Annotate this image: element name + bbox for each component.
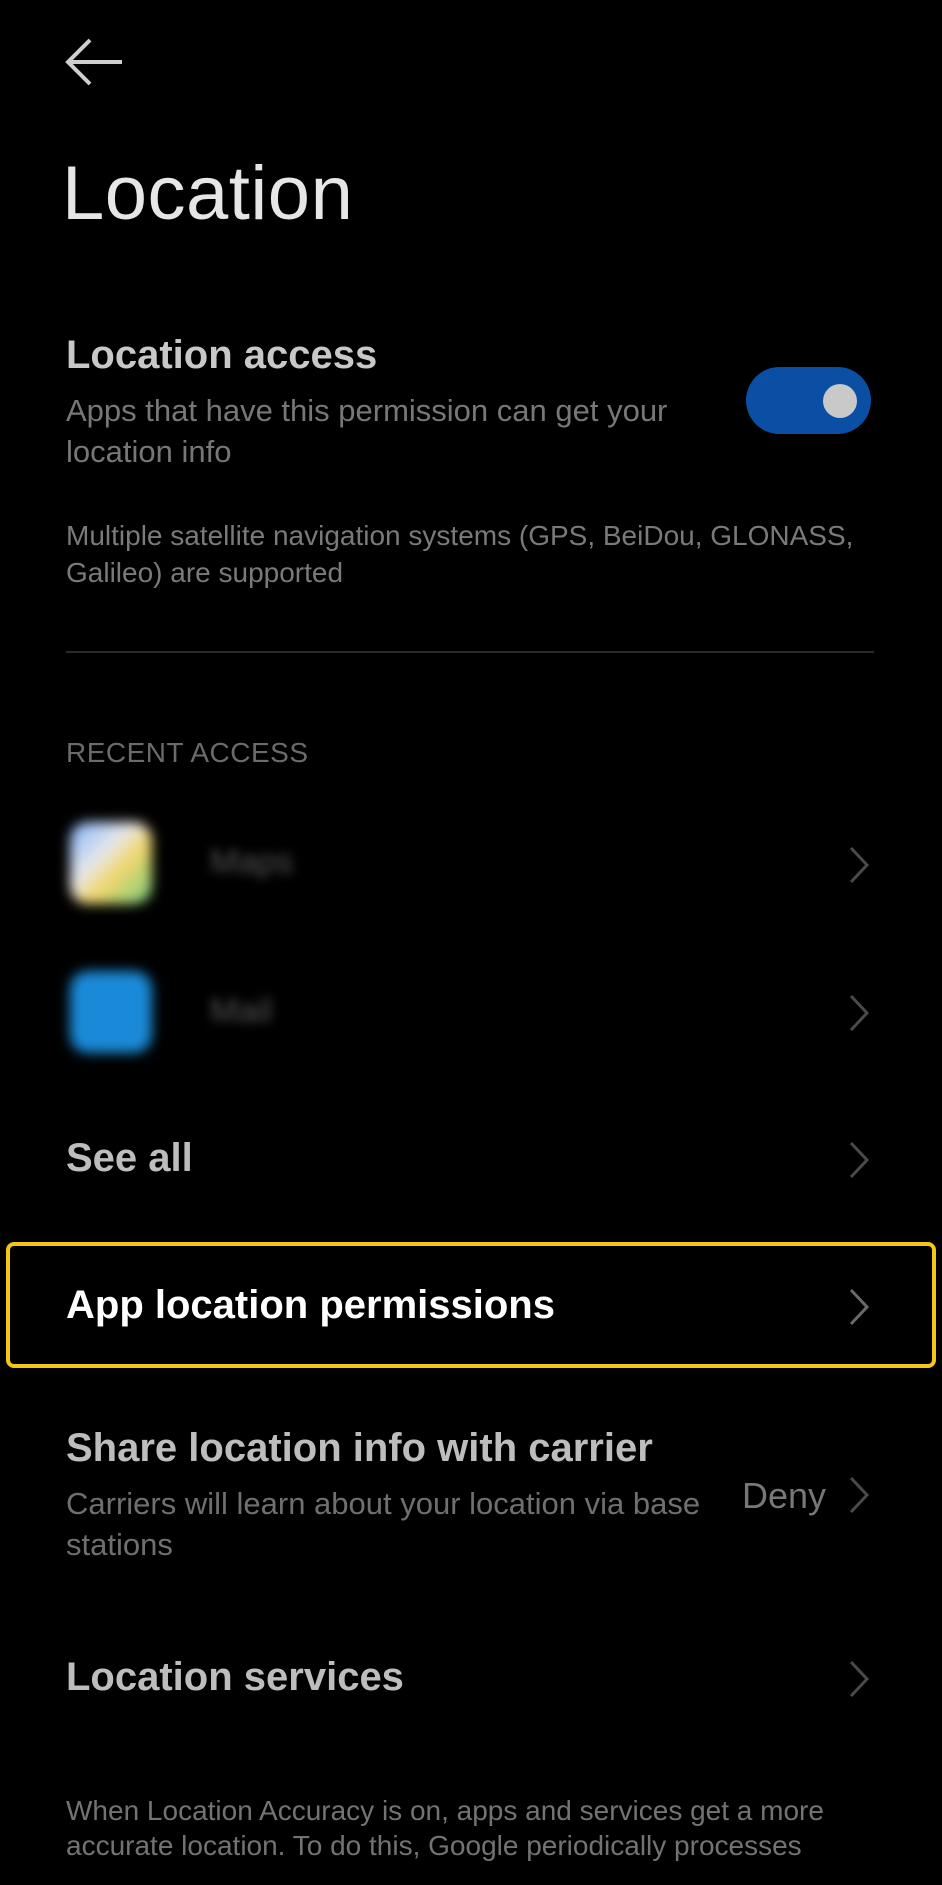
gnss-note: Multiple satellite navigation systems (G… (66, 520, 854, 588)
share-carrier-value: Deny (742, 1475, 827, 1516)
chevron-right-icon (848, 1475, 870, 1515)
share-carrier-title: Share location info with carrier (66, 1426, 653, 1470)
chevron-right-icon (848, 1287, 870, 1327)
share-carrier-description: Carriers will learn about your location … (66, 1486, 701, 1562)
see-all-label: See all (66, 1136, 193, 1180)
page-title: Location (62, 151, 354, 236)
chevron-right-icon (848, 845, 870, 885)
recent-app-name: Maps (210, 843, 294, 881)
mail-app-icon (70, 971, 152, 1053)
back-button[interactable] (60, 35, 130, 90)
chevron-right-icon (848, 1140, 870, 1180)
chevron-right-icon (848, 1659, 870, 1699)
recent-app-name: Mail (210, 992, 273, 1030)
recent-access-heading: RECENT ACCESS (66, 737, 309, 768)
location-access-toggle[interactable] (746, 367, 871, 434)
location-accuracy-footer: When Location Accuracy is on, apps and s… (66, 1795, 824, 1861)
divider (66, 651, 874, 653)
location-services-label: Location services (66, 1655, 404, 1699)
maps-app-icon (70, 822, 152, 904)
location-access-title: Location access (66, 333, 378, 377)
chevron-right-icon (848, 993, 870, 1033)
location-access-description: Apps that have this permission can get y… (66, 393, 668, 469)
back-arrow-icon (65, 38, 122, 86)
app-location-permissions-label: App location permissions (66, 1283, 555, 1327)
toggle-knob (823, 384, 857, 418)
